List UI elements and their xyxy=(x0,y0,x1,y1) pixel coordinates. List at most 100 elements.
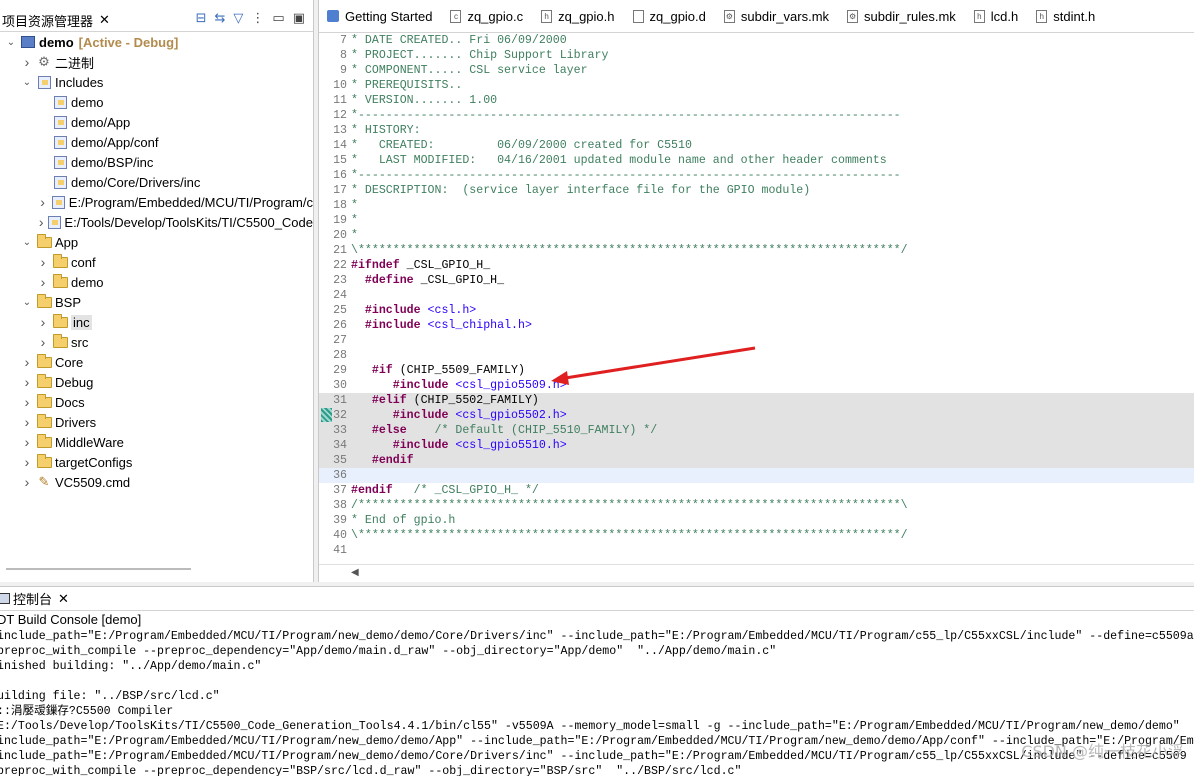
tree-item[interactable]: › E:/Program/Embedded/MCU/TI/Program/c xyxy=(0,192,313,212)
line-number: 28 xyxy=(333,349,347,362)
editor-tab[interactable]: zq_gpio.d xyxy=(625,0,716,33)
view-menu-icon[interactable]: ⋮ xyxy=(251,10,264,26)
include-folder-icon xyxy=(52,134,68,150)
tree-item[interactable]: › Debug xyxy=(0,372,313,392)
tree-item[interactable]: ⌄ BSP xyxy=(0,292,313,312)
tree-item[interactable]: › ⚙ 二进制 xyxy=(0,52,313,72)
chevron-right-icon[interactable]: › xyxy=(38,254,48,270)
tab-console[interactable]: 控制台 ✕ xyxy=(0,589,69,608)
folder-icon xyxy=(36,293,52,310)
editor-tab[interactable]: h lcd.h xyxy=(966,0,1028,33)
code-text: #elif (CHIP_5502_FAMILY) xyxy=(351,394,539,407)
tree-item[interactable]: demo/App xyxy=(0,112,313,132)
tree-item[interactable]: › Drivers xyxy=(0,412,313,432)
editor-tab[interactable]: ⚙ subdir_vars.mk xyxy=(716,0,839,33)
tree-item[interactable]: › demo xyxy=(0,272,313,292)
code-text: \***************************************… xyxy=(351,244,908,257)
tree-item-label: Includes xyxy=(55,74,104,90)
chevron-right-icon[interactable]: › xyxy=(38,314,48,330)
tree-item-label: demo/App/conf xyxy=(71,134,159,150)
tree-item[interactable]: › targetConfigs xyxy=(0,452,313,472)
line-number: 22 xyxy=(333,259,347,272)
tree-item-label: demo xyxy=(39,34,74,50)
code-line: 17 * DESCRIPTION: (service layer interfac… xyxy=(319,183,1194,198)
tree-item[interactable]: demo/BSP/inc xyxy=(0,152,313,172)
scroll-left-icon[interactable]: ◀ xyxy=(351,567,359,578)
close-icon[interactable]: ✕ xyxy=(58,591,69,607)
code-line: 21 \*************************************… xyxy=(319,243,1194,258)
code-line: 38 /*************************************… xyxy=(319,498,1194,513)
line-number: 13 xyxy=(333,124,347,137)
tree-item[interactable]: › inc xyxy=(0,312,313,332)
line-number: 17 xyxy=(333,184,347,197)
code-line: 33 #else /* Default (CHIP_5510_FAMILY) *… xyxy=(319,423,1194,438)
filter-icon[interactable]: ▽ xyxy=(233,10,243,26)
code-line: 8 * PROJECT....... Chip Support Library xyxy=(319,48,1194,63)
code-area[interactable]: 7 * DATE CREATED.. Fri 06/09/2000 8 * PROJE… xyxy=(319,33,1194,564)
chevron-right-icon[interactable]: › xyxy=(38,274,48,290)
explorer-scrollbar[interactable] xyxy=(6,568,191,570)
tree-item[interactable]: ⌄ demo [Active - Debug] xyxy=(0,32,313,52)
console-output[interactable]: DT Build Console [demo] include_path="E:… xyxy=(0,611,1194,776)
editor-hscrollbar[interactable]: ◀ xyxy=(319,564,1194,582)
editor-tab[interactable]: h stdint.h xyxy=(1028,0,1105,33)
tree-item[interactable]: › ✎ VC5509.cmd xyxy=(0,472,313,492)
tree-item[interactable]: › src xyxy=(0,332,313,352)
chevron-right-icon[interactable]: › xyxy=(22,454,32,470)
link-editor-icon[interactable]: ⇆ xyxy=(215,10,226,26)
tree-item[interactable]: › E:/Tools/Develop/ToolsKits/TI/C5500_Cod… xyxy=(0,212,313,232)
chevron-right-icon[interactable]: › xyxy=(22,374,32,390)
line-number: 11 xyxy=(333,94,347,107)
maximize-icon[interactable]: ▣ xyxy=(293,10,305,26)
chevron-right-icon[interactable]: › xyxy=(38,334,48,350)
tree-item[interactable]: › MiddleWare xyxy=(0,432,313,452)
chevron-right-icon[interactable]: › xyxy=(38,214,44,230)
tree-item[interactable]: › Core xyxy=(0,352,313,372)
line-number: 26 xyxy=(333,319,347,332)
code-line: 22 #ifndef _CSL_GPIO_H_ xyxy=(319,258,1194,273)
folder-icon xyxy=(36,353,52,370)
tree-item[interactable]: ⌄ Includes xyxy=(0,72,313,92)
chevron-right-icon[interactable]: › xyxy=(22,354,32,370)
line-number: 36 xyxy=(333,469,347,482)
close-icon[interactable]: ✕ xyxy=(99,12,110,28)
editor-tabbar: Getting Started c zq_gpio.c h zq_gpio.h zq_gp… xyxy=(319,0,1194,33)
chevron-down-icon[interactable]: ⌄ xyxy=(22,77,32,88)
chevron-down-icon[interactable]: ⌄ xyxy=(22,237,32,248)
tree-item[interactable]: demo/Core/Drivers/inc xyxy=(0,172,313,192)
tree-item-label: MiddleWare xyxy=(55,434,124,450)
code-text: #endif /* _CSL_GPIO_H_ */ xyxy=(351,484,539,497)
chevron-right-icon[interactable]: › xyxy=(22,474,32,490)
code-line: 32 #include <csl_gpio5502.h> xyxy=(319,408,1194,423)
collapse-all-icon[interactable]: ⊟ xyxy=(196,10,207,26)
chevron-down-icon[interactable]: ⌄ xyxy=(6,37,16,48)
chevron-down-icon[interactable]: ⌄ xyxy=(22,297,32,308)
tree-item[interactable]: ⌄ App xyxy=(0,232,313,252)
code-text: * PROJECT....... Chip Support Library xyxy=(351,49,609,62)
folder-icon xyxy=(52,333,68,350)
editor-tab[interactable]: ⚙ subdir_rules.mk xyxy=(839,0,966,33)
d-file-icon xyxy=(632,9,644,23)
chevron-right-icon[interactable]: › xyxy=(38,194,47,210)
chevron-right-icon[interactable]: › xyxy=(22,414,32,430)
editor-tab-label: subdir_rules.mk xyxy=(864,8,956,24)
tree-item[interactable]: › conf xyxy=(0,252,313,272)
editor-tab[interactable]: h zq_gpio.h xyxy=(533,0,624,33)
line-number: 27 xyxy=(333,334,347,347)
editor-tab[interactable]: c zq_gpio.c xyxy=(442,0,533,33)
tree-item[interactable]: demo xyxy=(0,92,313,112)
editor-tab[interactable]: Getting Started xyxy=(319,0,442,33)
include-folder-icon xyxy=(52,154,68,170)
explorer-toolbar: ⊟ ⇆ ▽ ⋮ ▭ ▣ xyxy=(196,10,305,26)
code-line: 12 *-------------------------------------… xyxy=(319,108,1194,123)
chevron-right-icon[interactable]: › xyxy=(22,434,32,450)
chevron-right-icon[interactable]: › xyxy=(22,394,32,410)
chevron-right-icon[interactable]: › xyxy=(22,54,32,70)
editor-tab-label: stdint.h xyxy=(1053,8,1096,24)
tree-item[interactable]: › Docs xyxy=(0,392,313,412)
minimize-icon[interactable]: ▭ xyxy=(272,10,284,26)
tree-item[interactable]: demo/App/conf xyxy=(0,132,313,152)
code-text: #include <csl_gpio5502.h> xyxy=(351,409,567,422)
line-number: 18 xyxy=(333,199,347,212)
